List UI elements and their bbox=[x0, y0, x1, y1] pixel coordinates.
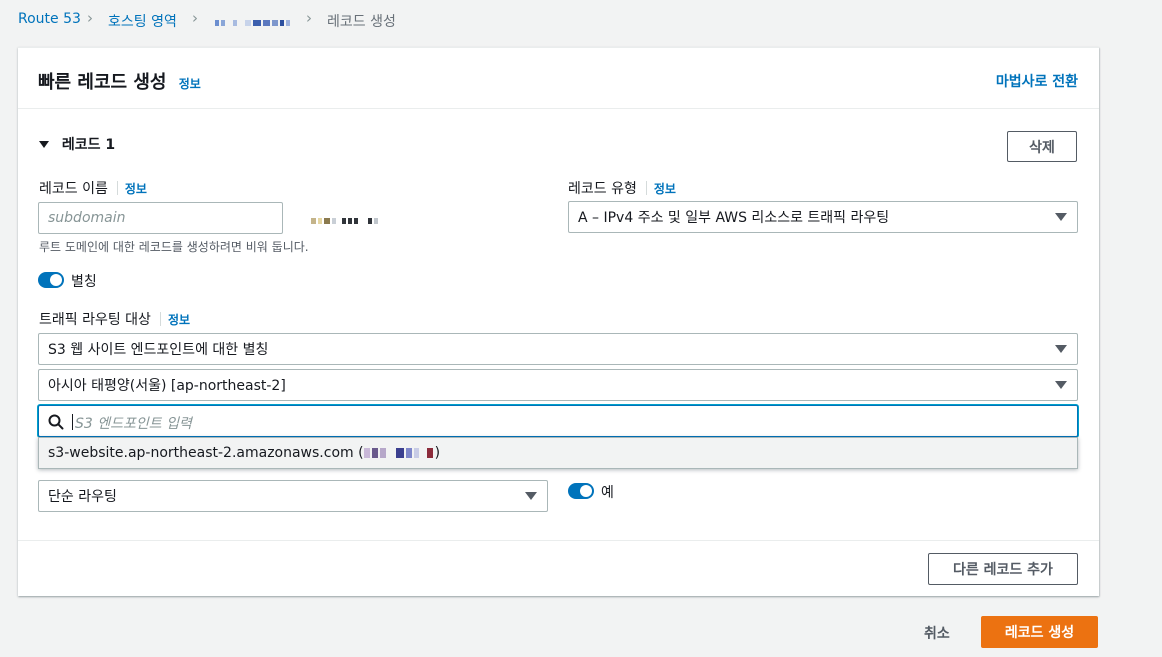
panel-info-link[interactable]: 정보 bbox=[179, 77, 201, 91]
record-header-label: 레코드 1 bbox=[61, 137, 116, 153]
caret-down-icon bbox=[525, 492, 537, 500]
alias-toggle[interactable] bbox=[38, 272, 64, 288]
target-info-link[interactable]: 정보 bbox=[168, 313, 190, 327]
breadcrumb-hosted-zones[interactable]: 호스팅 영역 bbox=[108, 11, 177, 31]
record-name-label: 레코드 이름 정보 bbox=[39, 178, 147, 198]
routing-policy-value: 단순 라우팅 bbox=[48, 489, 117, 505]
record-type-select[interactable]: A – IPv4 주소 및 일부 AWS 리소스로 트래픽 라우팅 bbox=[568, 201, 1078, 233]
panel-title: 빠른 레코드 생성 정보 bbox=[38, 68, 201, 94]
endpoint-bucket-redacted bbox=[363, 445, 435, 461]
switch-to-wizard-link[interactable]: 마법사로 전환 bbox=[996, 71, 1078, 91]
quick-create-panel: 빠른 레코드 생성 정보 마법사로 전환 레코드 1 삭제 레코드 이름 정보 s… bbox=[18, 47, 1099, 596]
toggle-knob bbox=[580, 485, 592, 497]
target-label-text: 트래픽 라우팅 대상 bbox=[39, 312, 151, 328]
record-type-value: A – IPv4 주소 및 일부 AWS 리소스로 트래픽 라우팅 bbox=[578, 210, 890, 226]
record-type-label-text: 레코드 유형 bbox=[568, 181, 637, 197]
target-label: 트래픽 라우팅 대상 정보 bbox=[39, 309, 190, 329]
endpoint-option-suffix: ) bbox=[434, 445, 441, 461]
endpoint-option-text: s3-website.ap-northeast-2.amazonaws.com … bbox=[48, 445, 364, 461]
endpoint-option[interactable]: s3-website.ap-northeast-2.amazonaws.com … bbox=[48, 445, 440, 461]
alias-label: 별칭 bbox=[71, 274, 97, 290]
search-icon bbox=[48, 414, 64, 430]
chevron-right-icon: › bbox=[192, 9, 198, 27]
record-name-hint: 루트 도메인에 대한 레코드를 생성하려면 비워 둡니다. bbox=[39, 240, 309, 254]
breadcrumb-domain-redacted[interactable] bbox=[215, 12, 292, 26]
toggle-knob bbox=[50, 274, 62, 286]
caret-down-icon bbox=[1055, 213, 1067, 221]
record-name-info-link[interactable]: 정보 bbox=[125, 182, 147, 196]
add-another-record-button[interactable]: 다른 레코드 추가 bbox=[928, 553, 1078, 585]
delete-button[interactable]: 삭제 bbox=[1007, 131, 1077, 162]
target-type-value: S3 웹 사이트 엔드포인트에 대한 별칭 bbox=[48, 342, 269, 358]
caret-down-icon bbox=[1055, 381, 1067, 389]
endpoint-dropdown: s3-website.ap-northeast-2.amazonaws.com … bbox=[38, 437, 1078, 469]
record-name-placeholder: subdomain bbox=[48, 210, 126, 226]
panel-title-text: 빠른 레코드 생성 bbox=[38, 72, 167, 93]
target-type-select[interactable]: S3 웹 사이트 엔드포인트에 대한 별칭 bbox=[38, 333, 1078, 365]
domain-suffix-redacted bbox=[311, 210, 380, 224]
breadcrumb-current: 레코드 생성 bbox=[327, 14, 396, 30]
chevron-right-icon: › bbox=[87, 9, 93, 27]
footer-divider bbox=[18, 540, 1099, 541]
caret-down-icon bbox=[1055, 345, 1067, 353]
record-name-input[interactable]: subdomain bbox=[38, 202, 283, 234]
endpoint-search-placeholder: S3 엔드포인트 입력 bbox=[75, 416, 192, 432]
text-cursor bbox=[72, 414, 73, 430]
cancel-button[interactable]: 취소 bbox=[924, 623, 950, 643]
record-type-info-link[interactable]: 정보 bbox=[654, 182, 676, 196]
create-records-button[interactable]: 레코드 생성 bbox=[981, 616, 1098, 648]
region-value: 아시아 태평양(서울) [ap-northeast-2] bbox=[48, 378, 286, 394]
record-type-label: 레코드 유형 정보 bbox=[568, 178, 676, 198]
chevron-right-icon: › bbox=[306, 9, 312, 27]
caret-down-icon bbox=[39, 141, 49, 148]
endpoint-search-input[interactable]: S3 엔드포인트 입력 bbox=[38, 405, 1078, 437]
region-select[interactable]: 아시아 태평양(서울) [ap-northeast-2] bbox=[38, 369, 1078, 401]
routing-policy-select[interactable]: 단순 라우팅 bbox=[38, 480, 548, 512]
evaluate-health-value: 예 bbox=[601, 485, 614, 501]
record-name-label-text: 레코드 이름 bbox=[39, 181, 108, 197]
record-1-toggle[interactable]: 레코드 1 bbox=[39, 134, 115, 154]
evaluate-health-toggle[interactable] bbox=[568, 483, 594, 499]
breadcrumb-route53[interactable]: Route 53 bbox=[18, 11, 81, 27]
header-divider bbox=[18, 108, 1099, 109]
